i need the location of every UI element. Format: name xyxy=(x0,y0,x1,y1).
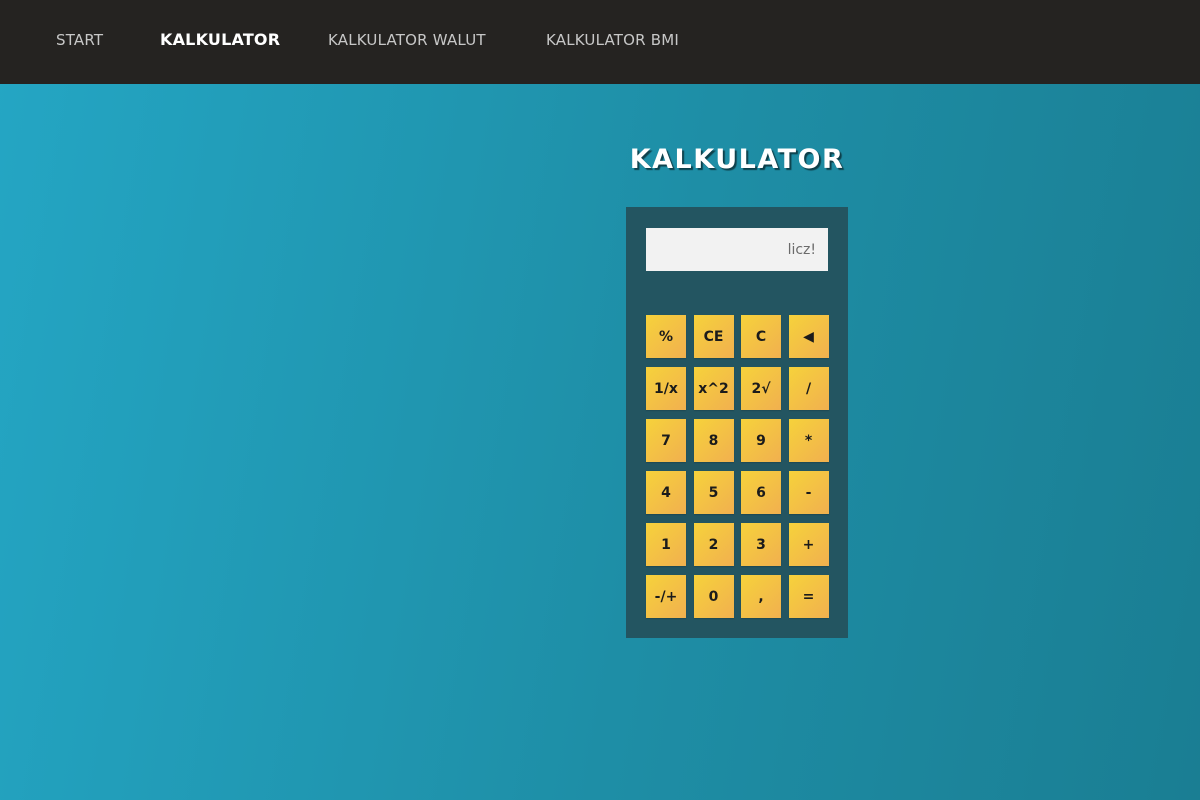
key-backspace[interactable]: ◀ xyxy=(788,315,829,358)
calculator-display-input[interactable] xyxy=(646,228,828,271)
key-3[interactable]: 3 xyxy=(741,523,781,566)
key-subtract[interactable]: - xyxy=(788,471,829,514)
key-square[interactable]: x^2 xyxy=(693,367,734,410)
key-4[interactable]: 4 xyxy=(646,471,686,514)
key-9[interactable]: 9 xyxy=(741,419,781,462)
nav-item-start[interactable]: START xyxy=(56,30,103,50)
key-7[interactable]: 7 xyxy=(646,419,686,462)
page-title: KALKULATOR xyxy=(629,144,845,175)
top-navbar: START KALKULATOR KALKULATOR WALUT KALKUL… xyxy=(0,0,1200,84)
key-5[interactable]: 5 xyxy=(693,471,734,514)
key-6[interactable]: 6 xyxy=(741,471,781,514)
nav-item-kalkulator-bmi[interactable]: KALKULATOR BMI xyxy=(546,30,679,50)
key-equals[interactable]: = xyxy=(788,575,829,618)
key-0[interactable]: 0 xyxy=(693,575,734,618)
key-reciprocal[interactable]: 1/x xyxy=(646,367,686,410)
key-2[interactable]: 2 xyxy=(693,523,734,566)
key-multiply[interactable]: * xyxy=(788,419,829,462)
key-divide[interactable]: / xyxy=(788,367,829,410)
calculator-keypad: % CE C ◀ 1/x x^2 2√ / 7 8 9 * 4 5 6 - 1 … xyxy=(646,315,829,618)
key-8[interactable]: 8 xyxy=(693,419,734,462)
key-clear-entry[interactable]: CE xyxy=(693,315,734,358)
key-decimal-comma[interactable]: , xyxy=(741,575,781,618)
nav-item-kalkulator[interactable]: KALKULATOR xyxy=(160,30,280,50)
calculator: % CE C ◀ 1/x x^2 2√ / 7 8 9 * 4 5 6 - 1 … xyxy=(626,207,848,638)
nav-item-kalkulator-walut[interactable]: KALKULATOR WALUT xyxy=(328,30,486,50)
key-negate[interactable]: -/+ xyxy=(646,575,686,618)
key-clear[interactable]: C xyxy=(741,315,781,358)
key-square-root[interactable]: 2√ xyxy=(741,367,781,410)
key-add[interactable]: + xyxy=(788,523,829,566)
key-1[interactable]: 1 xyxy=(646,523,686,566)
key-percent[interactable]: % xyxy=(646,315,686,358)
